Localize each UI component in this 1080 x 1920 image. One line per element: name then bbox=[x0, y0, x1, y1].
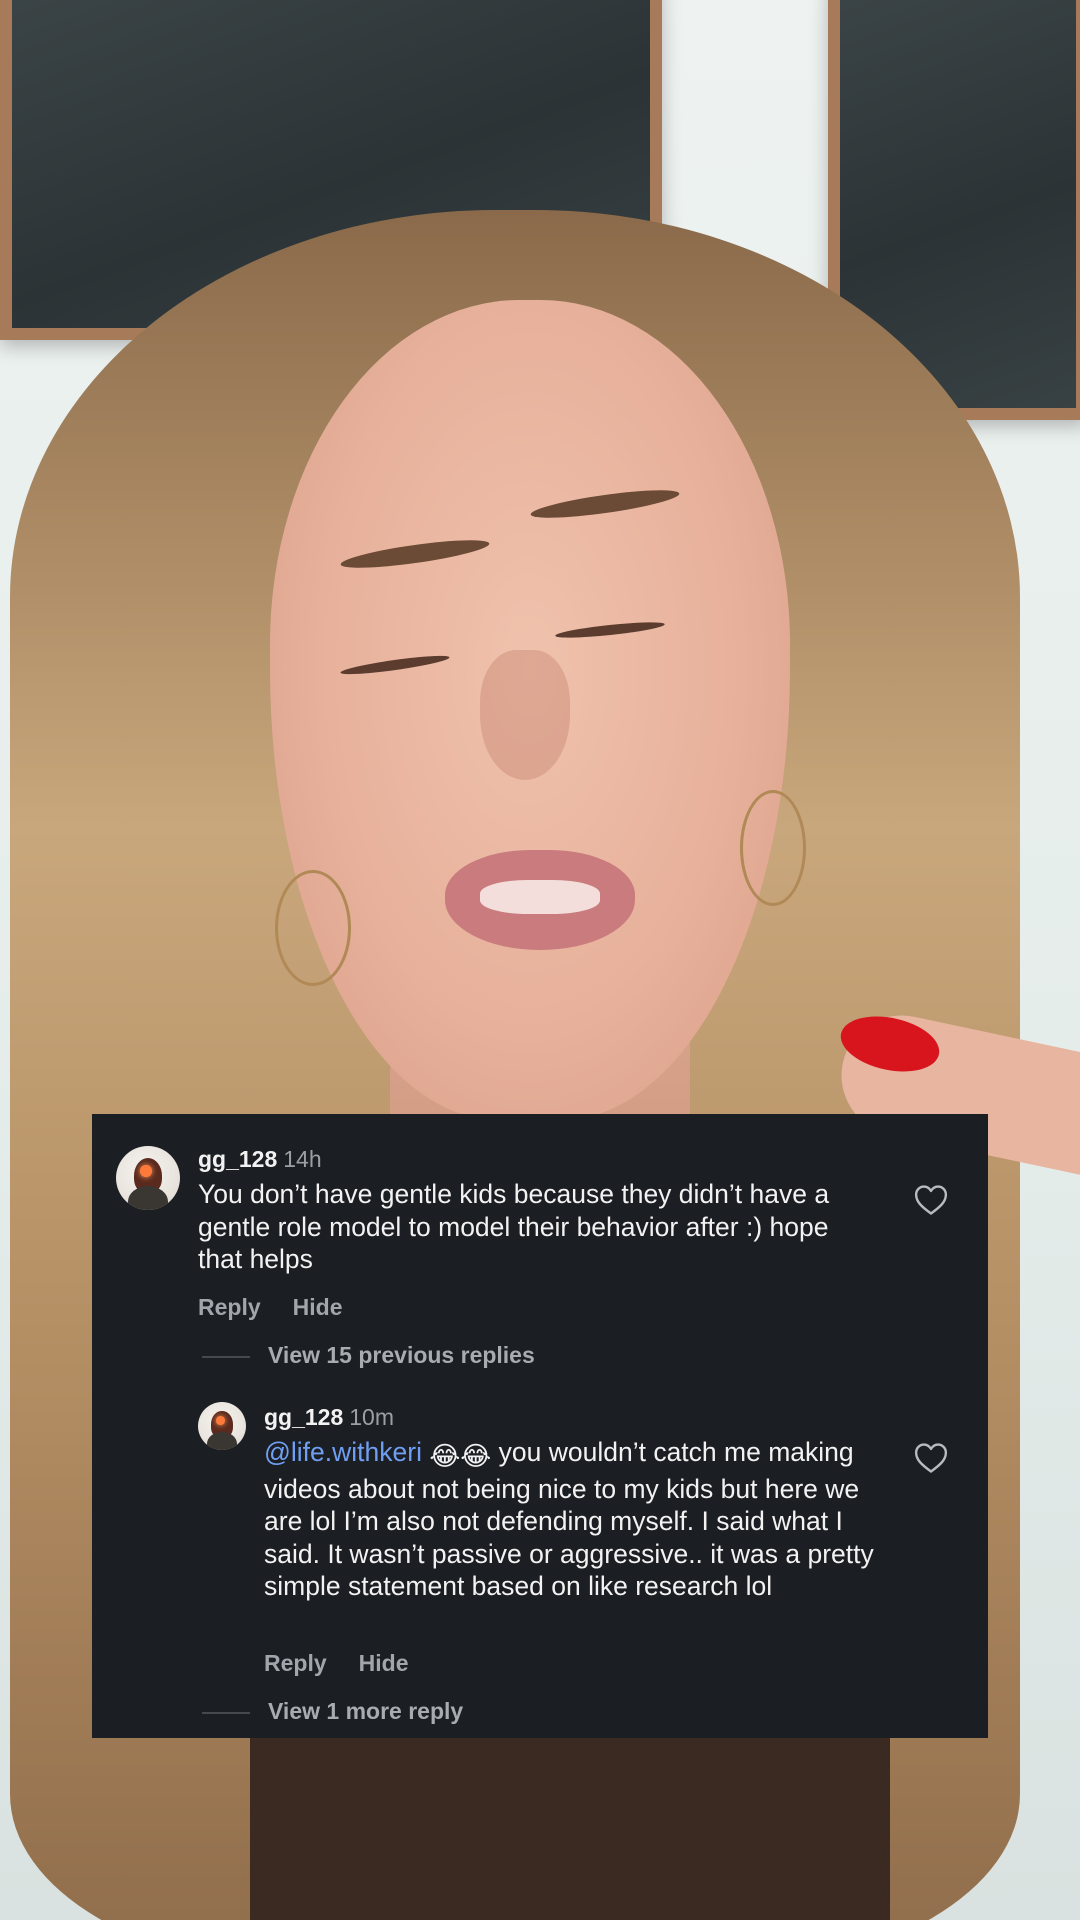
reply-button[interactable]: Reply bbox=[264, 1650, 327, 1676]
view-previous-replies-link[interactable]: View 15 previous replies bbox=[202, 1342, 535, 1369]
hide-button[interactable]: Hide bbox=[293, 1294, 343, 1320]
laughing-emoji-icon: 😂😂 bbox=[429, 1441, 492, 1471]
comment-actions: Reply Hide bbox=[264, 1650, 408, 1677]
reply-text: @life.withkeri 😂😂 you wouldn’t catch me … bbox=[264, 1436, 904, 1603]
comment-text: You don’t have gentle kids because they … bbox=[198, 1179, 830, 1274]
username[interactable]: gg_128 bbox=[198, 1146, 277, 1172]
comment-meta: gg_128 14h bbox=[198, 1146, 322, 1173]
hide-button[interactable]: Hide bbox=[359, 1650, 409, 1676]
mention-link[interactable]: @life.withkeri bbox=[264, 1437, 422, 1467]
timestamp: 14h bbox=[283, 1146, 322, 1172]
view-previous-replies-label: View 15 previous replies bbox=[268, 1342, 535, 1368]
heart-outline-icon[interactable] bbox=[914, 1442, 948, 1474]
right-earring bbox=[740, 790, 806, 906]
mouth bbox=[445, 850, 635, 950]
comment-thread-panel: gg_128 14h You don’t have gentle kids bec… bbox=[92, 1114, 988, 1738]
divider-line bbox=[202, 1711, 250, 1714]
comment-actions: Reply Hide bbox=[198, 1294, 342, 1321]
heart-outline-icon[interactable] bbox=[914, 1184, 948, 1216]
left-earring bbox=[275, 870, 351, 986]
username[interactable]: gg_128 bbox=[264, 1404, 343, 1430]
reply-button[interactable]: Reply bbox=[198, 1294, 261, 1320]
divider-line bbox=[202, 1355, 250, 1358]
comment-meta: gg_128 10m bbox=[264, 1404, 394, 1431]
avatar[interactable] bbox=[116, 1146, 180, 1210]
view-more-replies-link[interactable]: View 1 more reply bbox=[202, 1698, 463, 1725]
nose bbox=[480, 650, 570, 780]
timestamp: 10m bbox=[349, 1404, 395, 1430]
avatar[interactable] bbox=[198, 1402, 246, 1450]
view-more-replies-label: View 1 more reply bbox=[268, 1698, 464, 1724]
